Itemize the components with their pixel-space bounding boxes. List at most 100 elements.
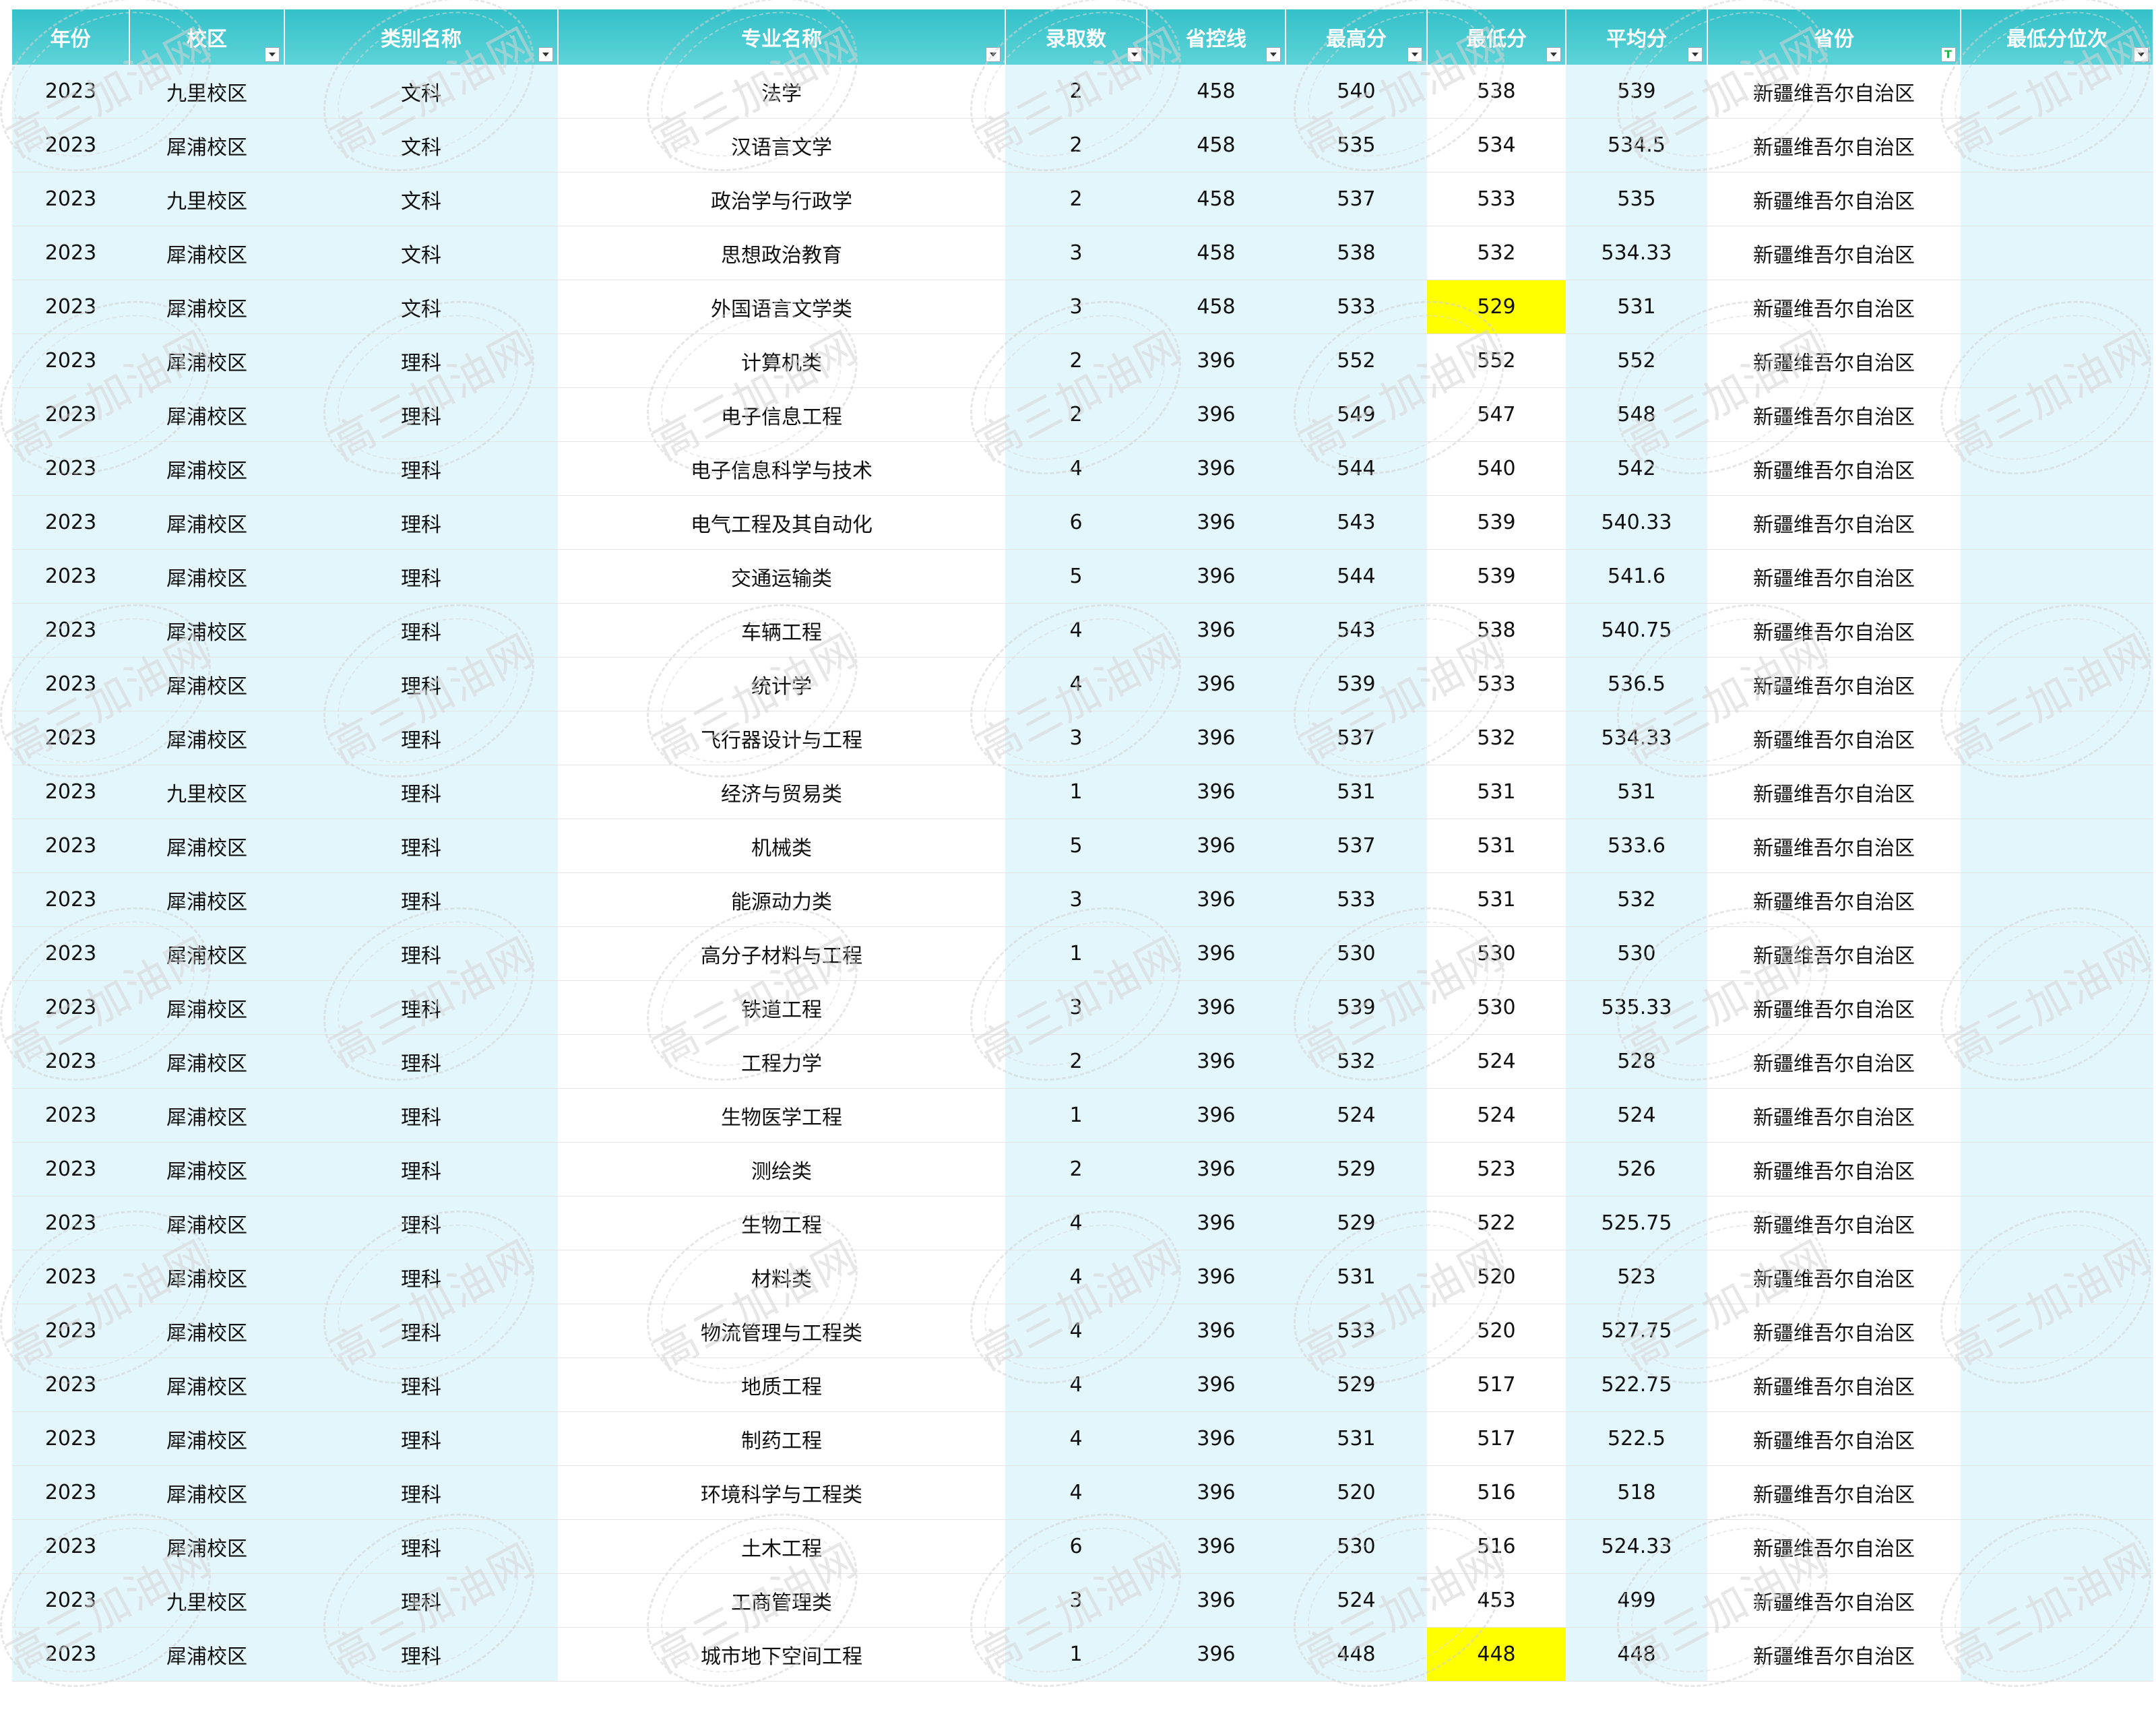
- cell-min-score[interactable]: 532: [1427, 711, 1566, 765]
- cell-category[interactable]: 文科: [284, 65, 558, 119]
- cell-province[interactable]: 新疆维吾尔自治区: [1707, 765, 1961, 819]
- cell-admitted[interactable]: 3: [1005, 226, 1147, 280]
- cell-min-score[interactable]: 531: [1427, 819, 1566, 873]
- cell-year[interactable]: 2023: [12, 926, 129, 981]
- cell-major[interactable]: 城市地下空间工程: [558, 1627, 1005, 1682]
- cell-min-rank[interactable]: [1961, 1358, 2153, 1412]
- cell-campus[interactable]: 犀浦校区: [129, 118, 284, 172]
- cell-year[interactable]: 2023: [12, 118, 129, 172]
- cell-year[interactable]: 2023: [12, 1411, 129, 1466]
- cell-category[interactable]: 理科: [284, 1573, 558, 1628]
- cell-province[interactable]: 新疆维吾尔自治区: [1707, 1304, 1961, 1358]
- column-header-min[interactable]: 最低分: [1427, 9, 1566, 65]
- cell-min-rank[interactable]: [1961, 441, 2153, 496]
- cell-province[interactable]: 新疆维吾尔自治区: [1707, 1196, 1961, 1250]
- cell-avg-score[interactable]: 548: [1566, 387, 1707, 442]
- cell-control-line[interactable]: 396: [1147, 1573, 1286, 1628]
- cell-min-rank[interactable]: [1961, 1573, 2153, 1628]
- cell-province[interactable]: 新疆维吾尔自治区: [1707, 118, 1961, 172]
- cell-control-line[interactable]: 396: [1147, 1250, 1286, 1304]
- cell-category[interactable]: 理科: [284, 1304, 558, 1358]
- cell-campus[interactable]: 犀浦校区: [129, 603, 284, 658]
- cell-year[interactable]: 2023: [12, 387, 129, 442]
- cell-admitted[interactable]: 5: [1005, 819, 1147, 873]
- cell-province[interactable]: 新疆维吾尔自治区: [1707, 1573, 1961, 1628]
- cell-major[interactable]: 工程力学: [558, 1034, 1005, 1089]
- cell-min-rank[interactable]: [1961, 226, 2153, 280]
- cell-province[interactable]: 新疆维吾尔自治区: [1707, 1519, 1961, 1574]
- cell-year[interactable]: 2023: [12, 1034, 129, 1089]
- cell-min-rank[interactable]: [1961, 1250, 2153, 1304]
- cell-major[interactable]: 制药工程: [558, 1411, 1005, 1466]
- cell-min-score[interactable]: 529: [1427, 280, 1566, 334]
- cell-admitted[interactable]: 6: [1005, 495, 1147, 550]
- cell-category[interactable]: 理科: [284, 872, 558, 927]
- cell-admitted[interactable]: 3: [1005, 711, 1147, 765]
- cell-category[interactable]: 理科: [284, 333, 558, 388]
- cell-major[interactable]: 土木工程: [558, 1519, 1005, 1574]
- cell-avg-score[interactable]: 534.5: [1566, 118, 1707, 172]
- cell-admitted[interactable]: 4: [1005, 1196, 1147, 1250]
- cell-year[interactable]: 2023: [12, 1088, 129, 1143]
- cell-min-score[interactable]: 530: [1427, 980, 1566, 1035]
- cell-year[interactable]: 2023: [12, 226, 129, 280]
- cell-admitted[interactable]: 4: [1005, 441, 1147, 496]
- cell-admitted[interactable]: 2: [1005, 172, 1147, 226]
- column-header-category[interactable]: 类别名称: [284, 9, 559, 65]
- cell-major[interactable]: 物流管理与工程类: [558, 1304, 1005, 1358]
- cell-control-line[interactable]: 396: [1147, 1088, 1286, 1143]
- cell-year[interactable]: 2023: [12, 172, 129, 226]
- cell-major[interactable]: 电子信息科学与技术: [558, 441, 1005, 496]
- cell-min-rank[interactable]: [1961, 118, 2153, 172]
- cell-year[interactable]: 2023: [12, 549, 129, 604]
- filter-dropdown-icon[interactable]: [986, 47, 1001, 62]
- cell-major[interactable]: 高分子材料与工程: [558, 926, 1005, 981]
- column-header-year[interactable]: 年份: [12, 9, 130, 65]
- cell-avg-score[interactable]: 542: [1566, 441, 1707, 496]
- cell-min-rank[interactable]: [1961, 1627, 2153, 1682]
- cell-min-score[interactable]: 540: [1427, 441, 1566, 496]
- cell-category[interactable]: 理科: [284, 1034, 558, 1089]
- cell-max-score[interactable]: 531: [1286, 765, 1427, 819]
- cell-category[interactable]: 理科: [284, 495, 558, 550]
- cell-campus[interactable]: 犀浦校区: [129, 441, 284, 496]
- column-header-avg[interactable]: 平均分: [1566, 9, 1708, 65]
- cell-min-score[interactable]: 517: [1427, 1411, 1566, 1466]
- cell-admitted[interactable]: 3: [1005, 980, 1147, 1035]
- cell-province[interactable]: 新疆维吾尔自治区: [1707, 1411, 1961, 1466]
- cell-admitted[interactable]: 2: [1005, 118, 1147, 172]
- cell-campus[interactable]: 九里校区: [129, 1573, 284, 1628]
- cell-control-line[interactable]: 396: [1147, 1142, 1286, 1197]
- cell-admitted[interactable]: 1: [1005, 926, 1147, 981]
- cell-min-score[interactable]: 520: [1427, 1250, 1566, 1304]
- cell-min-score[interactable]: 530: [1427, 926, 1566, 981]
- cell-major[interactable]: 汉语言文学: [558, 118, 1005, 172]
- cell-admitted[interactable]: 2: [1005, 387, 1147, 442]
- cell-category[interactable]: 理科: [284, 549, 558, 604]
- filter-dropdown-icon[interactable]: [538, 47, 553, 62]
- cell-min-rank[interactable]: [1961, 603, 2153, 658]
- cell-year[interactable]: 2023: [12, 65, 129, 119]
- cell-year[interactable]: 2023: [12, 1573, 129, 1628]
- filter-active-icon[interactable]: [1941, 47, 1956, 62]
- cell-campus[interactable]: 犀浦校区: [129, 1358, 284, 1412]
- cell-avg-score[interactable]: 534.33: [1566, 711, 1707, 765]
- cell-year[interactable]: 2023: [12, 495, 129, 550]
- cell-min-rank[interactable]: [1961, 1304, 2153, 1358]
- cell-max-score[interactable]: 533: [1286, 280, 1427, 334]
- cell-campus[interactable]: 犀浦校区: [129, 226, 284, 280]
- cell-control-line[interactable]: 458: [1147, 280, 1286, 334]
- cell-major[interactable]: 地质工程: [558, 1358, 1005, 1412]
- cell-province[interactable]: 新疆维吾尔自治区: [1707, 926, 1961, 981]
- cell-campus[interactable]: 犀浦校区: [129, 1034, 284, 1089]
- cell-min-rank[interactable]: [1961, 280, 2153, 334]
- cell-min-score[interactable]: 538: [1427, 603, 1566, 658]
- cell-avg-score[interactable]: 525.75: [1566, 1196, 1707, 1250]
- cell-category[interactable]: 理科: [284, 657, 558, 711]
- cell-avg-score[interactable]: 531: [1566, 765, 1707, 819]
- cell-year[interactable]: 2023: [12, 1465, 129, 1520]
- cell-major[interactable]: 政治学与行政学: [558, 172, 1005, 226]
- cell-admitted[interactable]: 6: [1005, 1519, 1147, 1574]
- cell-max-score[interactable]: 543: [1286, 603, 1427, 658]
- cell-category[interactable]: 理科: [284, 711, 558, 765]
